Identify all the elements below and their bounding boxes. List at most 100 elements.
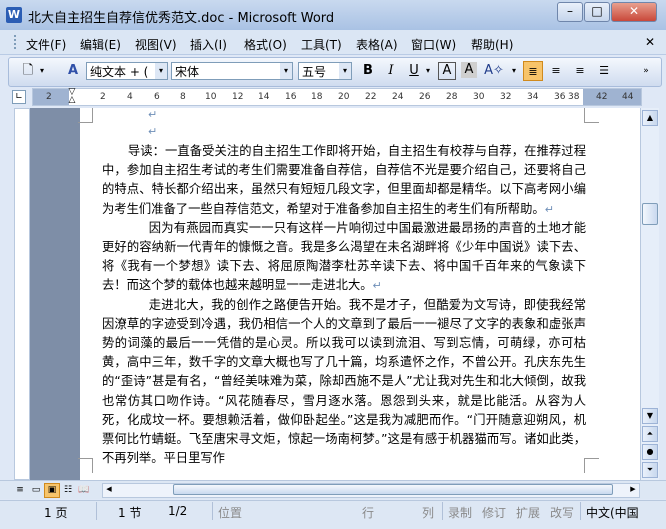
horizontal-scrollbar[interactable]: ◀ ▶ — [102, 483, 640, 498]
menu-file[interactable]: 文件(F) — [26, 36, 66, 53]
ruler-number: 16 — [285, 92, 297, 102]
ruler-number: 8 — [180, 92, 186, 102]
menu-window[interactable]: 窗口(W) — [411, 36, 456, 53]
toolbar-options-chevron-icon[interactable]: ▾ — [37, 61, 47, 81]
ruler-number: 6 — [154, 92, 160, 102]
scroll-up-icon[interactable]: ▲ — [642, 110, 658, 126]
next-page-icon[interactable]: ⏷ — [642, 462, 658, 478]
select-browse-object-icon[interactable]: ● — [642, 444, 658, 460]
status-divider — [212, 502, 213, 520]
ruler-number: 34 — [527, 92, 539, 102]
status-section: 1 节 — [118, 506, 142, 520]
align-center-button[interactable]: ≡ — [546, 61, 566, 81]
window-title: 北大自主招生自荐信优秀范文.doc - Microsoft Word — [28, 11, 335, 26]
paragraph-2[interactable]: 因为有燕园而真实一一只有这样一片响彻过中国最激进最昂扬的声音的土地才能更好的容纳… — [102, 219, 586, 296]
close-button[interactable]: ✕ — [611, 2, 657, 22]
italic-button[interactable]: I — [381, 61, 401, 81]
indent-marker-icon[interactable]: ▽ △ — [67, 88, 77, 105]
ruler-number: 2 — [100, 92, 106, 102]
status-revise[interactable]: 修订 — [482, 504, 506, 521]
effects-dropdown-icon[interactable]: ▾ — [509, 61, 519, 81]
document-page[interactable]: ↵ ↵ 导读：一直备受关注的自主招生工作即将开始，自主招生有校荐与自荐，在推荐过… — [78, 108, 640, 480]
bold-button[interactable]: B — [358, 61, 378, 81]
ruler-number: 4 — [127, 92, 133, 102]
text-effects-icon[interactable]: A✧ — [484, 61, 504, 81]
char-border-button[interactable]: A — [438, 62, 456, 80]
reading-layout-view-icon[interactable]: 📖 — [76, 483, 92, 498]
toolbar-overflow-icon[interactable]: » — [640, 61, 652, 81]
status-extend[interactable]: 扩展 — [516, 504, 540, 521]
status-divider — [96, 502, 97, 520]
ruler-number: 36 — [554, 92, 566, 102]
maximize-button[interactable]: □ — [584, 2, 610, 22]
distributed-align-button[interactable]: ☰ — [594, 61, 614, 81]
outline-view-icon[interactable]: ☷ — [60, 483, 76, 498]
margin-crop-mark — [78, 458, 93, 473]
print-layout-view-icon[interactable]: ▣ — [44, 483, 60, 498]
margin-crop-mark — [78, 108, 93, 123]
ruler-number: 30 — [473, 92, 485, 102]
status-page: 1 页 — [44, 506, 68, 520]
margin-crop-mark — [584, 458, 599, 473]
menu-table[interactable]: 表格(A) — [356, 36, 398, 53]
ruler-number: 32 — [500, 92, 512, 102]
horizontal-ruler[interactable] — [32, 88, 642, 106]
underline-button[interactable]: U — [404, 61, 424, 81]
scroll-down-icon[interactable]: ▼ — [642, 408, 658, 424]
document-body[interactable]: 导读：一直备受关注的自主招生工作即将开始，自主招生有校荐与自荐，在推荐过程中，参… — [102, 142, 586, 468]
styles-pane-icon[interactable]: A — [63, 61, 83, 81]
paragraph-3[interactable]: 走进北大，我的创作之路便告开始。我不是才子，但酷爱为文写诗，即使我经常因潦草的字… — [102, 296, 586, 469]
ruler-number: 14 — [258, 92, 270, 102]
status-divider — [442, 502, 443, 520]
minimize-button[interactable]: – — [557, 2, 583, 22]
menu-view[interactable]: 视图(V) — [135, 36, 177, 53]
menu-edit[interactable]: 编辑(E) — [80, 36, 121, 53]
menu-tools[interactable]: 工具(T) — [301, 36, 342, 53]
normal-view-icon[interactable]: ≡ — [12, 483, 28, 498]
word-app-icon[interactable]: W — [6, 7, 22, 23]
underline-dropdown-icon[interactable]: ▾ — [423, 61, 433, 81]
align-justify-button[interactable]: ≣ — [523, 61, 543, 81]
font-dropdown[interactable]: 宋体 ▾ — [171, 62, 293, 80]
status-record[interactable]: 录制 — [448, 504, 472, 521]
vertical-ruler[interactable] — [14, 108, 30, 480]
ruler-number: 38 — [568, 92, 580, 102]
status-column: 列 — [422, 506, 435, 520]
menu-help[interactable]: 帮助(H) — [471, 36, 513, 53]
menu-format[interactable]: 格式(O) — [244, 36, 287, 53]
menu-insert[interactable]: 插入(I) — [190, 36, 227, 53]
web-layout-view-icon[interactable]: ▭ — [28, 483, 44, 498]
char-shading-button[interactable]: A — [461, 62, 477, 78]
paragraph-mark: ↵ — [148, 125, 158, 138]
font-size-dropdown[interactable]: 五号 ▾ — [298, 62, 352, 80]
paragraph-mark: ↵ — [148, 108, 158, 121]
status-position: 位置 — [218, 506, 243, 520]
ruler-number: 10 — [205, 92, 217, 102]
document-area[interactable]: ↵ ↵ 导读：一直备受关注的自主招生工作即将开始，自主招生有校荐与自荐，在推荐过… — [30, 108, 640, 480]
previous-page-icon[interactable]: ⏶ — [642, 426, 658, 442]
ruler-number: 20 — [338, 92, 350, 102]
new-document-icon[interactable]: 🗋 — [18, 61, 38, 81]
ruler-number: 12 — [232, 92, 244, 102]
menu-close-document-icon[interactable]: ✕ — [645, 35, 655, 49]
paragraph-intro[interactable]: 导读：一直备受关注的自主招生工作即将开始，自主招生有校荐与自荐，在推荐过程中，参… — [102, 142, 586, 219]
status-divider — [580, 502, 581, 520]
status-language: 中文(中国 — [586, 506, 639, 520]
status-overwrite[interactable]: 改写 — [550, 504, 574, 521]
margin-crop-mark — [584, 108, 599, 123]
align-right-button[interactable]: ≡ — [570, 61, 590, 81]
scroll-right-icon[interactable]: ▶ — [627, 484, 639, 495]
vertical-scroll-thumb[interactable] — [642, 203, 658, 225]
style-dropdown[interactable]: 纯文本 + (▾ — [86, 62, 168, 80]
tab-selector[interactable]: ∟ — [12, 90, 26, 104]
vertical-scrollbar[interactable]: ▲ ▼ ⏶ ● ⏷ — [640, 108, 659, 480]
ruler-number: 18 — [311, 92, 323, 102]
ruler-number: 24 — [392, 92, 404, 102]
status-page-of: 1/2 — [168, 504, 188, 518]
ruler-number: 22 — [365, 92, 377, 102]
ruler-number: 28 — [446, 92, 458, 102]
horizontal-scroll-thumb[interactable] — [173, 484, 613, 495]
scroll-left-icon[interactable]: ◀ — [103, 484, 115, 495]
ruler-number: 42 — [596, 92, 608, 102]
status-line: 行 — [362, 506, 375, 520]
